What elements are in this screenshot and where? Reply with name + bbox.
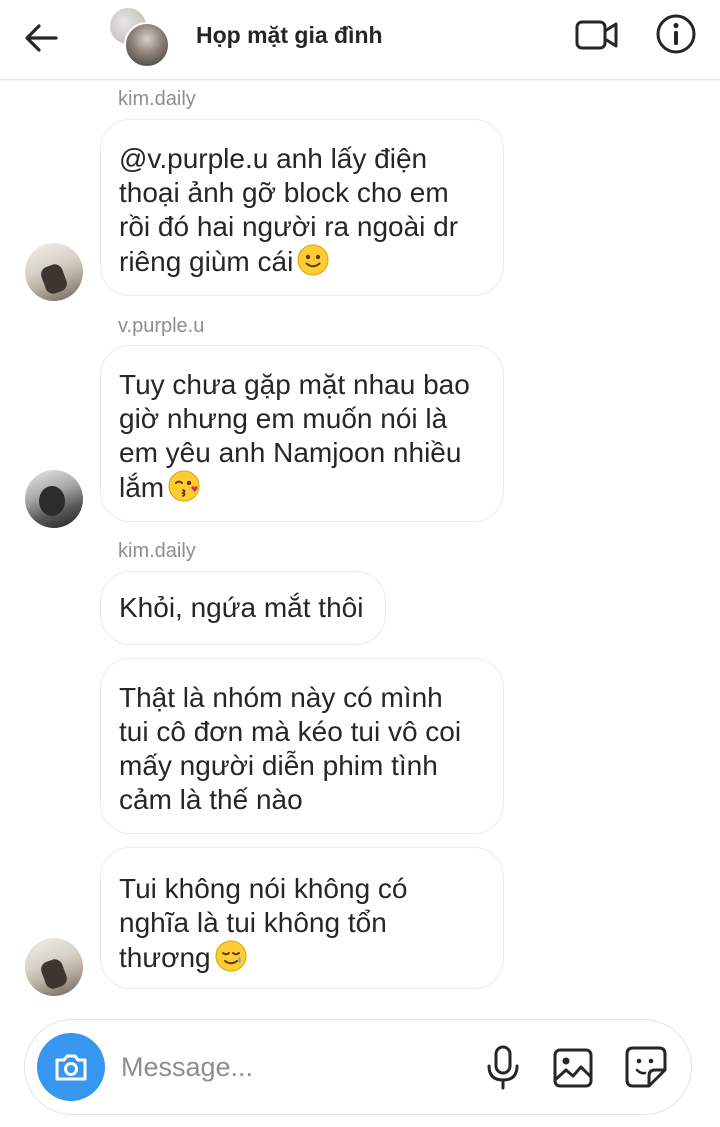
message-bubble[interactable]: Tui không nói không có nghĩa là tui khôn… — [100, 847, 504, 989]
sticker-button[interactable] — [623, 1044, 669, 1090]
message-line: Tuy chưa gặp mặt nhau bao — [119, 369, 470, 400]
message-line: lắm — [119, 470, 485, 505]
face-blowing-kiss-icon — [168, 470, 200, 502]
info-button[interactable] — [654, 12, 698, 56]
gallery-button[interactable] — [551, 1046, 595, 1090]
message-line: mấy người diễn phim tình — [119, 750, 438, 781]
voice-message-button[interactable] — [483, 1044, 523, 1092]
message-line: cảm là thế nào — [119, 784, 303, 815]
camera-button[interactable] — [37, 1033, 105, 1101]
message-line: riêng giùm cái — [119, 244, 485, 279]
gallery-icon — [553, 1048, 593, 1088]
video-call-icon — [575, 20, 618, 50]
group-avatar[interactable] — [108, 6, 170, 68]
message-line: giờ nhưng em muốn nói là — [119, 403, 448, 434]
avatar[interactable] — [25, 470, 83, 528]
sender-name: v.purple.u — [118, 315, 205, 337]
avatar[interactable] — [25, 243, 83, 301]
message-line: Thật là nhóm này có mình — [119, 682, 443, 713]
message-input[interactable] — [121, 1044, 461, 1090]
message-line: thương — [119, 940, 485, 975]
message-line: @v.purple.u anh lấy điện — [119, 143, 428, 174]
message-line: tui cô đơn mà kéo tui vô coi — [119, 716, 462, 747]
message-line: Tui không nói không có — [119, 873, 408, 904]
message-bubble[interactable]: @v.purple.u anh lấy điện thoại ảnh gỡ bl… — [100, 119, 504, 296]
chat-header: Họp mặt gia đình — [0, 0, 720, 80]
info-icon — [656, 14, 696, 54]
message-line: Khỏi, ngứa mắt thôi — [119, 592, 364, 623]
sender-name: kim.daily — [118, 540, 196, 562]
microphone-icon — [487, 1045, 519, 1090]
back-button[interactable] — [24, 18, 68, 58]
camera-icon — [55, 1054, 87, 1081]
video-call-button[interactable] — [574, 14, 620, 56]
member-avatar — [124, 22, 170, 68]
message-bubble[interactable]: Tuy chưa gặp mặt nhau bao giờ nhưng em m… — [100, 345, 504, 522]
message-bubble[interactable]: Khỏi, ngứa mắt thôi — [100, 571, 386, 645]
message-bubble[interactable]: Thật là nhóm này có mình tui cô đơn mà k… — [100, 658, 504, 834]
message-composer — [24, 1019, 692, 1115]
slightly-smiling-face-icon — [297, 244, 329, 276]
message-line: nghĩa là tui không tổn — [119, 907, 387, 938]
message-line: rồi đó hai người ra ngoài dr — [119, 211, 459, 242]
back-arrow-icon — [25, 24, 58, 52]
sender-name: kim.daily — [118, 88, 196, 110]
sticker-icon — [625, 1046, 667, 1088]
chat-title[interactable]: Họp mặt gia đình — [196, 22, 383, 49]
message-line: em yêu anh Namjoon nhiều — [119, 437, 462, 468]
message-line: thoại ảnh gỡ block cho em — [119, 177, 449, 208]
avatar[interactable] — [25, 938, 83, 996]
smiling-face-with-tear-icon — [215, 940, 247, 972]
